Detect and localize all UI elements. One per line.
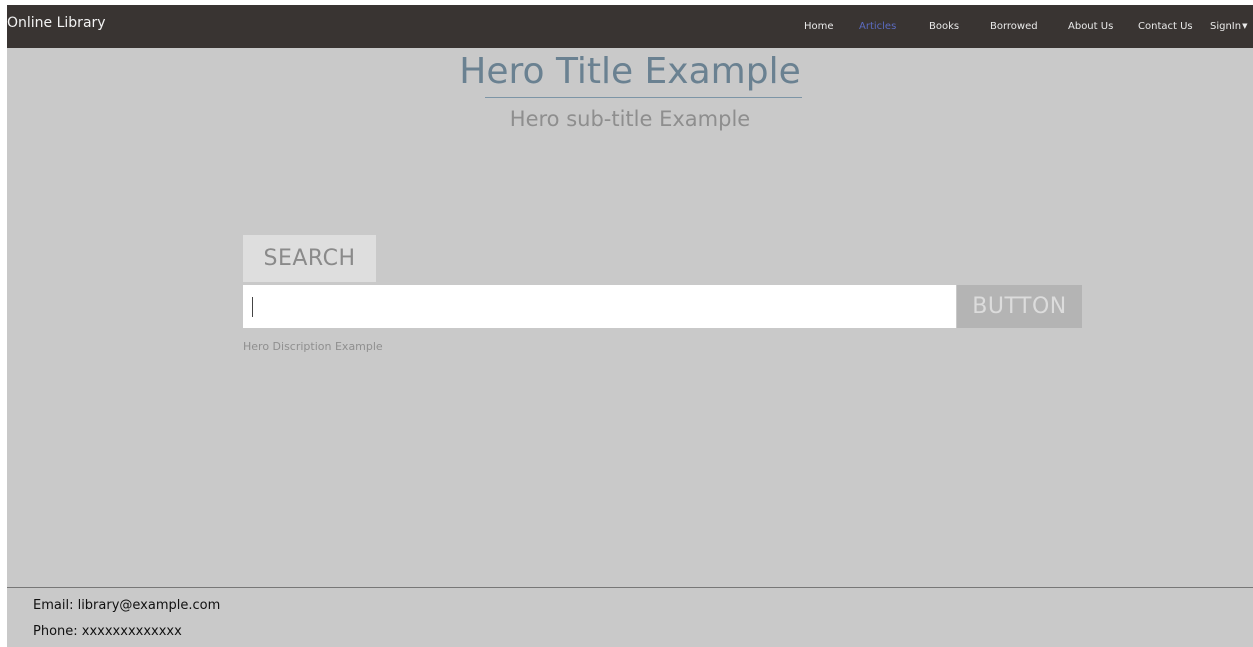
brand-logo-text[interactable]: Online Library bbox=[7, 15, 106, 31]
text-cursor bbox=[252, 297, 253, 317]
nav-item-signin-label: SignIn bbox=[1210, 21, 1242, 32]
hero-title-underline bbox=[485, 97, 802, 98]
nav-item-signin[interactable]: SignIn▼ bbox=[1210, 21, 1248, 32]
hero-subtitle: Hero sub-title Example bbox=[509, 107, 751, 131]
search-tab[interactable]: SEARCH bbox=[243, 235, 376, 282]
nav-item-contact-us[interactable]: Contact Us bbox=[1138, 21, 1193, 32]
nav-item-articles[interactable]: Articles bbox=[859, 21, 896, 32]
hero-description: Hero Discription Example bbox=[243, 340, 383, 353]
chevron-down-icon: ▼ bbox=[1242, 22, 1248, 30]
footer-divider bbox=[7, 587, 1253, 588]
footer-email: Email: library@example.com bbox=[33, 598, 221, 613]
search-button[interactable]: BUTTON bbox=[957, 285, 1082, 328]
footer-phone: Phone: xxxxxxxxxxxxx bbox=[33, 624, 182, 639]
app-window: Online Library Home Articles Books Borro… bbox=[7, 5, 1253, 647]
navbar: Online Library Home Articles Books Borro… bbox=[7, 5, 1253, 48]
hero-title: Hero Title Example bbox=[459, 51, 801, 92]
nav-item-borrowed[interactable]: Borrowed bbox=[990, 21, 1038, 32]
nav-item-books[interactable]: Books bbox=[929, 21, 959, 32]
search-input[interactable] bbox=[243, 285, 956, 328]
nav-item-home[interactable]: Home bbox=[804, 21, 834, 32]
nav-item-about-us[interactable]: About Us bbox=[1068, 21, 1113, 32]
